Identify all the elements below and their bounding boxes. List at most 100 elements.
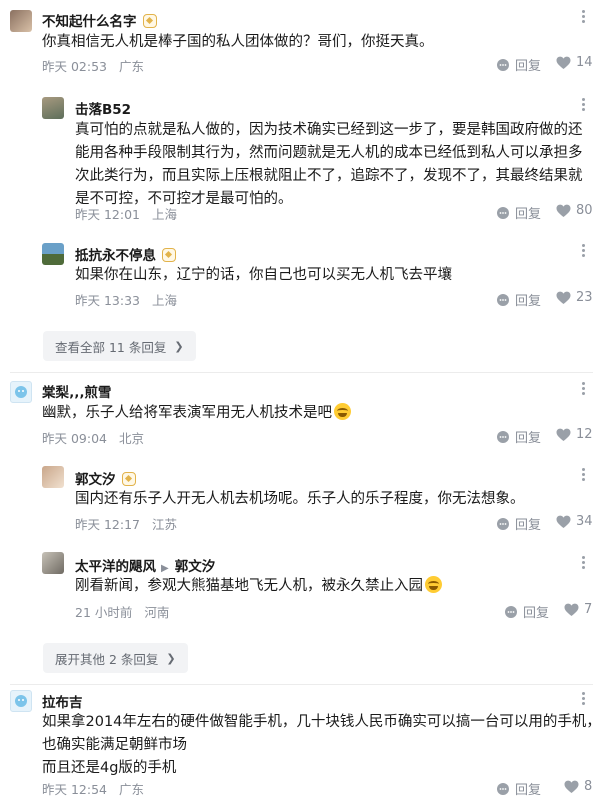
more-options-icon[interactable] — [576, 556, 590, 570]
more-options-icon[interactable] — [576, 692, 590, 706]
reply-meta: 21 小时前 河南 — [75, 602, 169, 621]
avatar[interactable] — [42, 243, 64, 265]
comment-author[interactable]: 不知起什么名字 — [42, 10, 157, 30]
comment-meta: 昨天 02:53 广东 — [42, 56, 144, 75]
avatar[interactable] — [42, 552, 64, 574]
like-count: 23 — [576, 290, 593, 305]
reply-button[interactable]: 回复 — [496, 427, 541, 446]
like-count: 8 — [584, 779, 593, 794]
reply-meta: 昨天 12:17 江苏 — [75, 514, 177, 533]
comment-text: 幽默，乐子人给将军表演军用无人机技术是吧 — [42, 402, 582, 425]
avatar[interactable] — [42, 466, 64, 488]
author-name[interactable]: 不知起什么名字 — [42, 14, 137, 30]
reply-button[interactable]: 回复 — [496, 779, 541, 798]
author-name[interactable]: 抵抗永不停息 — [75, 248, 156, 264]
like-button[interactable]: 34 — [556, 514, 593, 529]
reply-location: 江苏 — [152, 517, 178, 532]
comment-author[interactable]: 棠梨‚‚‚煎雪 — [42, 381, 111, 401]
comment-location: 北京 — [119, 431, 145, 446]
level-badge-icon — [142, 14, 157, 28]
like-button[interactable]: 80 — [556, 203, 593, 218]
reply-author[interactable]: 郭文汐 — [75, 468, 136, 488]
laughing-emoji-icon — [425, 576, 442, 593]
comment-time: 昨天 12:54 — [42, 782, 107, 797]
chevron-right-icon: ❯ — [166, 651, 176, 665]
avatar[interactable] — [42, 97, 64, 119]
reply-meta: 昨天 12:01 上海 — [75, 204, 177, 223]
heart-icon — [564, 603, 579, 616]
comment-text-line: 而且还是4g版的手机 — [42, 760, 177, 776]
level-badge-icon — [162, 248, 176, 262]
reply-time: 昨天 13:33 — [75, 293, 140, 308]
more-options-icon[interactable] — [576, 382, 590, 396]
like-count: 7 — [584, 602, 593, 617]
comment-bubble-icon — [497, 58, 509, 71]
author-name[interactable]: 太平洋的飓风 — [75, 559, 156, 575]
like-button[interactable]: 8 — [564, 779, 592, 794]
more-options-icon[interactable] — [576, 468, 590, 482]
reply-to-name[interactable]: 郭文汐 — [175, 559, 216, 575]
default-avatar-icon — [15, 695, 27, 707]
reply-time: 昨天 12:17 — [75, 517, 140, 532]
comment-bubble-icon — [497, 782, 509, 795]
heart-icon — [556, 428, 571, 441]
more-options-icon[interactable] — [576, 10, 590, 24]
reply-author[interactable]: 抵抗永不停息 — [75, 244, 176, 264]
level-badge-icon — [121, 472, 136, 486]
comment-meta: 昨天 09:04 北京 — [42, 428, 144, 447]
comment-location: 广东 — [119, 59, 145, 74]
comment-time: 昨天 02:53 — [42, 59, 107, 74]
comment-text-line: 也确实能满足朝鲜市场 — [42, 737, 187, 753]
avatar[interactable] — [10, 10, 32, 32]
avatar[interactable] — [10, 381, 32, 403]
reply-author[interactable]: 击落B52 — [75, 98, 131, 118]
reply-text: 如果你在山东，辽宁的话，你自己也可以买无人机飞去平壤 — [75, 267, 452, 283]
divider — [10, 372, 593, 373]
heart-icon — [556, 291, 571, 304]
like-button[interactable]: 7 — [564, 602, 592, 617]
avatar[interactable] — [10, 690, 32, 712]
chevron-right-icon: ❯ — [174, 339, 184, 353]
author-name[interactable]: 郭文汐 — [75, 472, 116, 488]
author-name[interactable]: 击落B52 — [75, 102, 131, 118]
reply-location: 上海 — [152, 207, 178, 222]
comment-bubble-icon — [497, 430, 509, 443]
like-button[interactable]: 14 — [556, 55, 593, 70]
view-all-replies-button[interactable]: 查看全部 11 条回复 ❯ — [43, 331, 196, 361]
like-button[interactable]: 12 — [556, 427, 593, 442]
comment-bubble-icon — [505, 605, 517, 618]
comment-bubble-icon — [497, 293, 509, 306]
reply-button[interactable]: 回复 — [496, 290, 541, 309]
author-name[interactable]: 棠梨‚‚‚煎雪 — [42, 385, 111, 401]
default-avatar-icon — [15, 386, 27, 398]
reply-time: 昨天 12:01 — [75, 207, 140, 222]
reply-button[interactable]: 回复 — [496, 203, 541, 222]
more-options-icon[interactable] — [576, 244, 590, 258]
comment-bubble-icon — [497, 206, 509, 219]
reply-time: 21 小时前 — [75, 605, 133, 620]
heart-icon — [556, 515, 571, 528]
reply-location: 河南 — [144, 605, 170, 620]
more-options-icon[interactable] — [576, 98, 590, 112]
like-button[interactable]: 23 — [556, 290, 593, 305]
comment-author[interactable]: 拉布吉 — [42, 691, 83, 711]
heart-icon — [564, 780, 579, 793]
like-count: 80 — [576, 203, 593, 218]
reply-button[interactable]: 回复 — [496, 514, 541, 533]
reply-button[interactable]: 回复 — [496, 55, 541, 74]
reply-text: 刚看新闻，参观大熊猫基地飞无人机，被永久禁止入园 — [75, 575, 593, 598]
reply-text: 真可怕的点就是私人做的，因为技术确实已经到这一步了，要是韩国政府做的还能用各种手… — [75, 122, 583, 207]
author-name[interactable]: 拉布吉 — [42, 695, 83, 711]
expand-replies-button[interactable]: 展开其他 2 条回复 ❯ — [43, 643, 188, 673]
reply-author[interactable]: 太平洋的飓风 ▶ 郭文汐 — [75, 555, 215, 575]
comment-time: 昨天 09:04 — [42, 431, 107, 446]
comment-text: 如果拿2014年左右的硬件做智能手机，几十块钱人民币确实可以搞一台可以用的手机，… — [42, 711, 601, 780]
comment-location: 广东 — [119, 782, 145, 797]
comment-meta: 昨天 12:54 广东 — [42, 779, 144, 798]
laughing-emoji-icon — [334, 403, 351, 420]
like-count: 12 — [576, 427, 593, 442]
reply-button[interactable]: 回复 — [504, 602, 549, 621]
reply-meta: 昨天 13:33 上海 — [75, 290, 177, 309]
comment-text-line: 如果拿2014年左右的硬件做智能手机，几十块钱人民币确实可以搞一台可以用的手机， — [42, 714, 601, 730]
comment-bubble-icon — [497, 517, 509, 530]
